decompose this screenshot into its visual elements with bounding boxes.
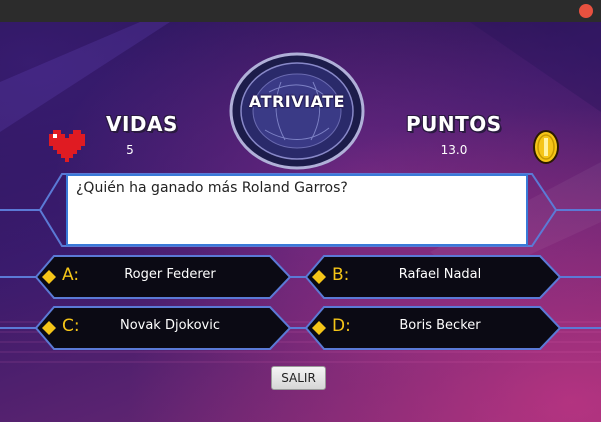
logo-title: ATRIVIATE: [248, 92, 346, 111]
question-text: ¿Quién ha ganado más Roland Garros?: [66, 174, 528, 246]
lives-label: VIDAS: [106, 112, 178, 136]
answer-d-letter: D:: [332, 316, 351, 336]
answer-b-letter: B:: [332, 265, 350, 285]
points-label: PUNTOS: [406, 112, 502, 136]
exit-button[interactable]: SALIR: [271, 366, 326, 390]
coin-icon: [533, 130, 559, 164]
lives-value: 5: [126, 143, 134, 157]
answer-b-text: Rafael Nadal: [398, 267, 482, 282]
answer-a-button[interactable]: A: Roger Federer: [36, 256, 290, 296]
logo-emblem: [229, 52, 365, 170]
answer-a-letter: A:: [62, 265, 80, 285]
window-titlebar: [0, 0, 601, 22]
heart-icon: [49, 130, 85, 162]
answer-c-letter: C:: [62, 316, 80, 336]
answer-c-button[interactable]: C: Novak Djokovic: [36, 307, 290, 347]
points-value: 13.0: [440, 143, 468, 157]
answer-d-button[interactable]: D: Boris Becker: [306, 307, 560, 347]
answer-b-button[interactable]: B: Rafael Nadal: [306, 256, 560, 296]
answer-c-text: Novak Djokovic: [119, 318, 221, 333]
answer-a-text: Roger Federer: [124, 267, 216, 282]
game-board: ATRIVIATE VIDAS 5 PUNTOS 13.0 ¿Quién ha …: [0, 22, 601, 422]
answer-d-text: Boris Becker: [399, 318, 481, 333]
close-window-button[interactable]: [579, 4, 593, 18]
atriviate-logo: ATRIVIATE: [229, 52, 365, 170]
